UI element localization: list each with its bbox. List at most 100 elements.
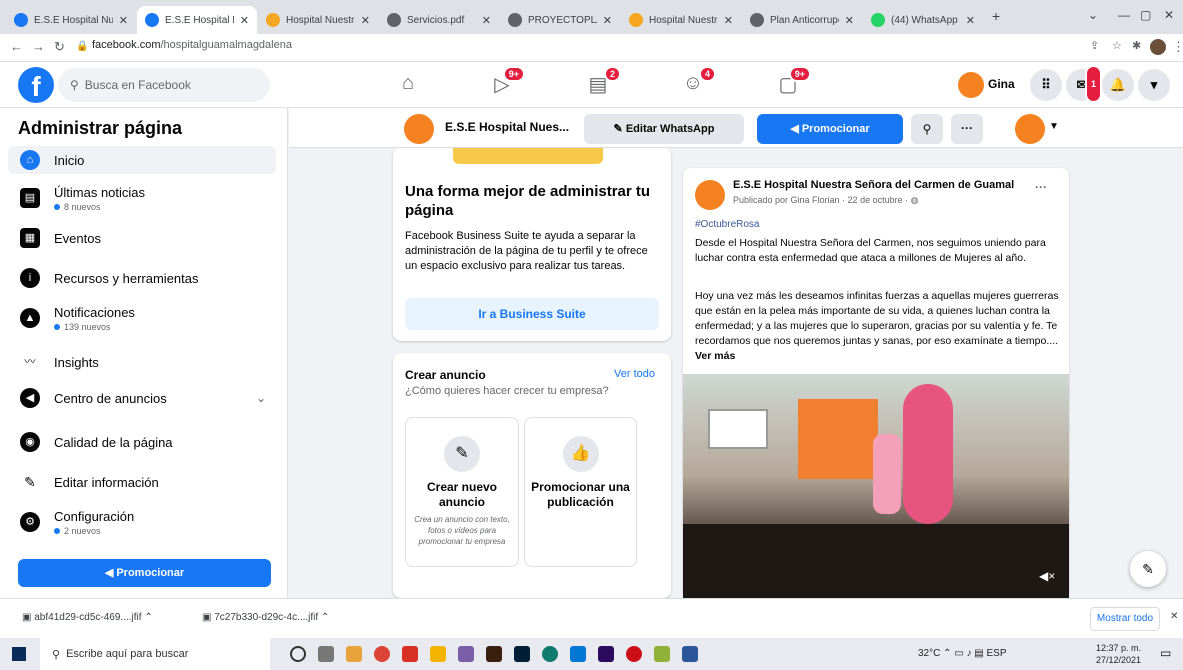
chevron-down-icon[interactable]: ▼	[1049, 121, 1059, 132]
browser-tab[interactable]: Hospital Nuestra ✕	[258, 6, 378, 34]
browser-tab[interactable]: Plan Anticorrupc ✕	[742, 6, 862, 34]
close-icon[interactable]: ✕	[482, 14, 491, 27]
maximize-button[interactable]: ▢	[1140, 8, 1151, 22]
post-author[interactable]: E.S.E Hospital Nuestra Señora del Carmen…	[733, 179, 1014, 191]
sidebar-item-insights[interactable]: 〰 Insights	[8, 344, 276, 380]
clock[interactable]: 12:37 p. m. 27/12/2021	[1096, 642, 1141, 666]
close-window-button[interactable]: ✕	[1164, 8, 1174, 22]
tab-search-button[interactable]: ⌄	[1088, 8, 1098, 22]
store-icon[interactable]	[570, 646, 586, 662]
system-tray[interactable]: 32°C ⌃ ▭ ♪ ▤ ESP	[918, 648, 1007, 659]
post-avatar[interactable]	[695, 180, 725, 210]
sidebar-item-edit-info[interactable]: ✎ Editar información	[8, 464, 276, 500]
close-icon[interactable]: ✕	[845, 14, 854, 27]
premiere-icon[interactable]	[598, 646, 614, 662]
forward-icon[interactable]: →	[32, 39, 45, 54]
promote-button[interactable]: ◀ Promocionar	[18, 559, 271, 587]
minimize-button[interactable]: —	[1118, 8, 1130, 22]
edit-whatsapp-button[interactable]: ✎ Editar WhatsApp	[584, 114, 744, 144]
download-item[interactable]: ▣ 7c27b330-d29c-4c....jfif ⌃	[202, 612, 329, 623]
home-icon[interactable]: ⌂	[393, 72, 423, 96]
new-tab-button[interactable]: +	[992, 8, 1000, 24]
app-icon[interactable]	[458, 646, 474, 662]
page-name[interactable]: E.S.E Hospital Nues...	[445, 120, 569, 134]
reload-icon[interactable]: ↻	[54, 39, 65, 55]
account-menu-icon[interactable]: ▾	[1138, 69, 1170, 101]
sidebar-item-news[interactable]: ▤ Últimas noticias 8 nuevos	[8, 180, 276, 216]
groups-icon[interactable]: ☺ 4	[678, 66, 716, 96]
more-icon[interactable]: ···	[951, 114, 983, 144]
user-name[interactable]: Gina	[988, 77, 1015, 91]
close-icon[interactable]: ✕	[966, 14, 975, 27]
sidebar-item-notifications[interactable]: ▲ Notificaciones 139 nuevos	[8, 300, 276, 336]
business-suite-button[interactable]: Ir a Business Suite	[405, 298, 659, 330]
profile-avatar[interactable]	[1150, 39, 1166, 55]
app-icon[interactable]	[402, 646, 418, 662]
chrome-icon[interactable]	[374, 646, 390, 662]
illustrator-icon[interactable]	[486, 646, 502, 662]
bell-icon[interactable]: 🔔	[1102, 69, 1134, 101]
close-icon[interactable]: ✕	[240, 14, 249, 27]
menu-icon[interactable]: ⋮	[1172, 39, 1183, 55]
app-icon[interactable]	[654, 646, 670, 662]
create-ad-option[interactable]: ✎ Crear nuevo anuncio Crea un anuncio co…	[405, 417, 519, 567]
see-more-link[interactable]: Ver más	[695, 350, 735, 362]
photoshop-icon[interactable]	[514, 646, 530, 662]
compose-icon[interactable]: ✎	[1130, 551, 1166, 587]
browser-tab[interactable]: E.S.E Hospital Nu✕	[137, 6, 257, 34]
opera-icon[interactable]	[626, 646, 642, 662]
gaming-icon[interactable]: ▢ 9+	[773, 66, 811, 96]
windows-start-icon[interactable]	[12, 647, 26, 661]
browser-tab[interactable]: Hospital Nuestra ✕	[621, 6, 741, 34]
hashtag-link[interactable]: #OctubreRosa	[695, 219, 759, 230]
show-all-button[interactable]: Mostrar todo	[1090, 607, 1160, 631]
messenger-icon[interactable]: ✉ 1	[1066, 65, 1102, 103]
taskbar-search-input[interactable]: ⚲ Escribe aquí para buscar	[40, 638, 270, 670]
folder-icon[interactable]	[430, 646, 446, 662]
menu-grid-icon[interactable]: ⠿	[1030, 69, 1062, 101]
see-all-link[interactable]: Ver todo	[614, 368, 655, 380]
cortana-icon[interactable]	[290, 646, 306, 662]
word-icon[interactable]	[682, 646, 698, 662]
promote-button[interactable]: ◀ Promocionar	[757, 114, 903, 144]
notifications-icon[interactable]: ▭	[1160, 646, 1171, 660]
facebook-logo-icon[interactable]: f	[18, 67, 54, 103]
browser-tab[interactable]: PROYECTOPLANC✕	[500, 6, 620, 34]
post-photo[interactable]: ◀×	[683, 374, 1069, 598]
browser-tab[interactable]: E.S.E Hospital Nu✕	[6, 6, 136, 34]
boost-post-option[interactable]: 👍 Promocionar una publicación	[524, 417, 637, 567]
browser-tab[interactable]: (44) WhatsApp ✕	[863, 6, 983, 34]
close-icon[interactable]: ✕	[1170, 611, 1178, 622]
sidebar-item-ads-center[interactable]: ◀ Centro de anuncios ⌄	[8, 380, 276, 416]
sidebar-item-page-quality[interactable]: ◉ Calidad de la página	[8, 424, 276, 460]
user-avatar[interactable]	[958, 72, 984, 98]
mute-icon[interactable]: ◀×	[1039, 569, 1055, 583]
sidebar-item-events[interactable]: ▦ Eventos	[8, 220, 276, 256]
extensions-icon[interactable]: ✱	[1132, 39, 1141, 52]
video-icon[interactable]: ▷ 9+	[487, 66, 525, 96]
share-icon[interactable]: ⇪	[1090, 39, 1099, 52]
back-icon[interactable]: ←	[10, 39, 23, 54]
app-icon[interactable]	[346, 646, 362, 662]
close-icon[interactable]: ✕	[724, 14, 733, 27]
close-icon[interactable]: ✕	[119, 14, 128, 27]
browser-tab[interactable]: Servicios.pdf ✕	[379, 6, 499, 34]
more-icon[interactable]: ···	[1035, 180, 1047, 194]
star-icon[interactable]: ☆	[1112, 39, 1122, 52]
sidebar-item-inicio[interactable]: ⌂ Inicio	[8, 146, 276, 174]
search-input[interactable]: ⚲ Busca en Facebook	[58, 68, 270, 102]
download-item[interactable]: ▣ abf41d29-cd5c-469....jfif ⌃	[22, 612, 153, 623]
page-avatar[interactable]	[404, 114, 434, 144]
task-view-icon[interactable]	[318, 646, 334, 662]
page-switch-avatar[interactable]	[1015, 114, 1045, 144]
search-icon[interactable]: ⚲	[911, 114, 943, 144]
chevron-up-icon[interactable]: ⌃	[144, 612, 152, 623]
chevron-up-icon[interactable]: ⌃	[321, 612, 329, 623]
sidebar-item-settings[interactable]: ⚙ Configuración 2 nuevos	[8, 504, 276, 540]
url-field[interactable]: facebook.com/hospitalguamalmagdalena	[92, 39, 292, 51]
sidebar-item-resources[interactable]: i Recursos y herramientas	[8, 260, 276, 296]
close-icon[interactable]: ✕	[603, 14, 612, 27]
marketplace-icon[interactable]: ▤ 2	[583, 66, 621, 96]
close-icon[interactable]: ✕	[361, 14, 370, 27]
edge-icon[interactable]	[542, 646, 558, 662]
